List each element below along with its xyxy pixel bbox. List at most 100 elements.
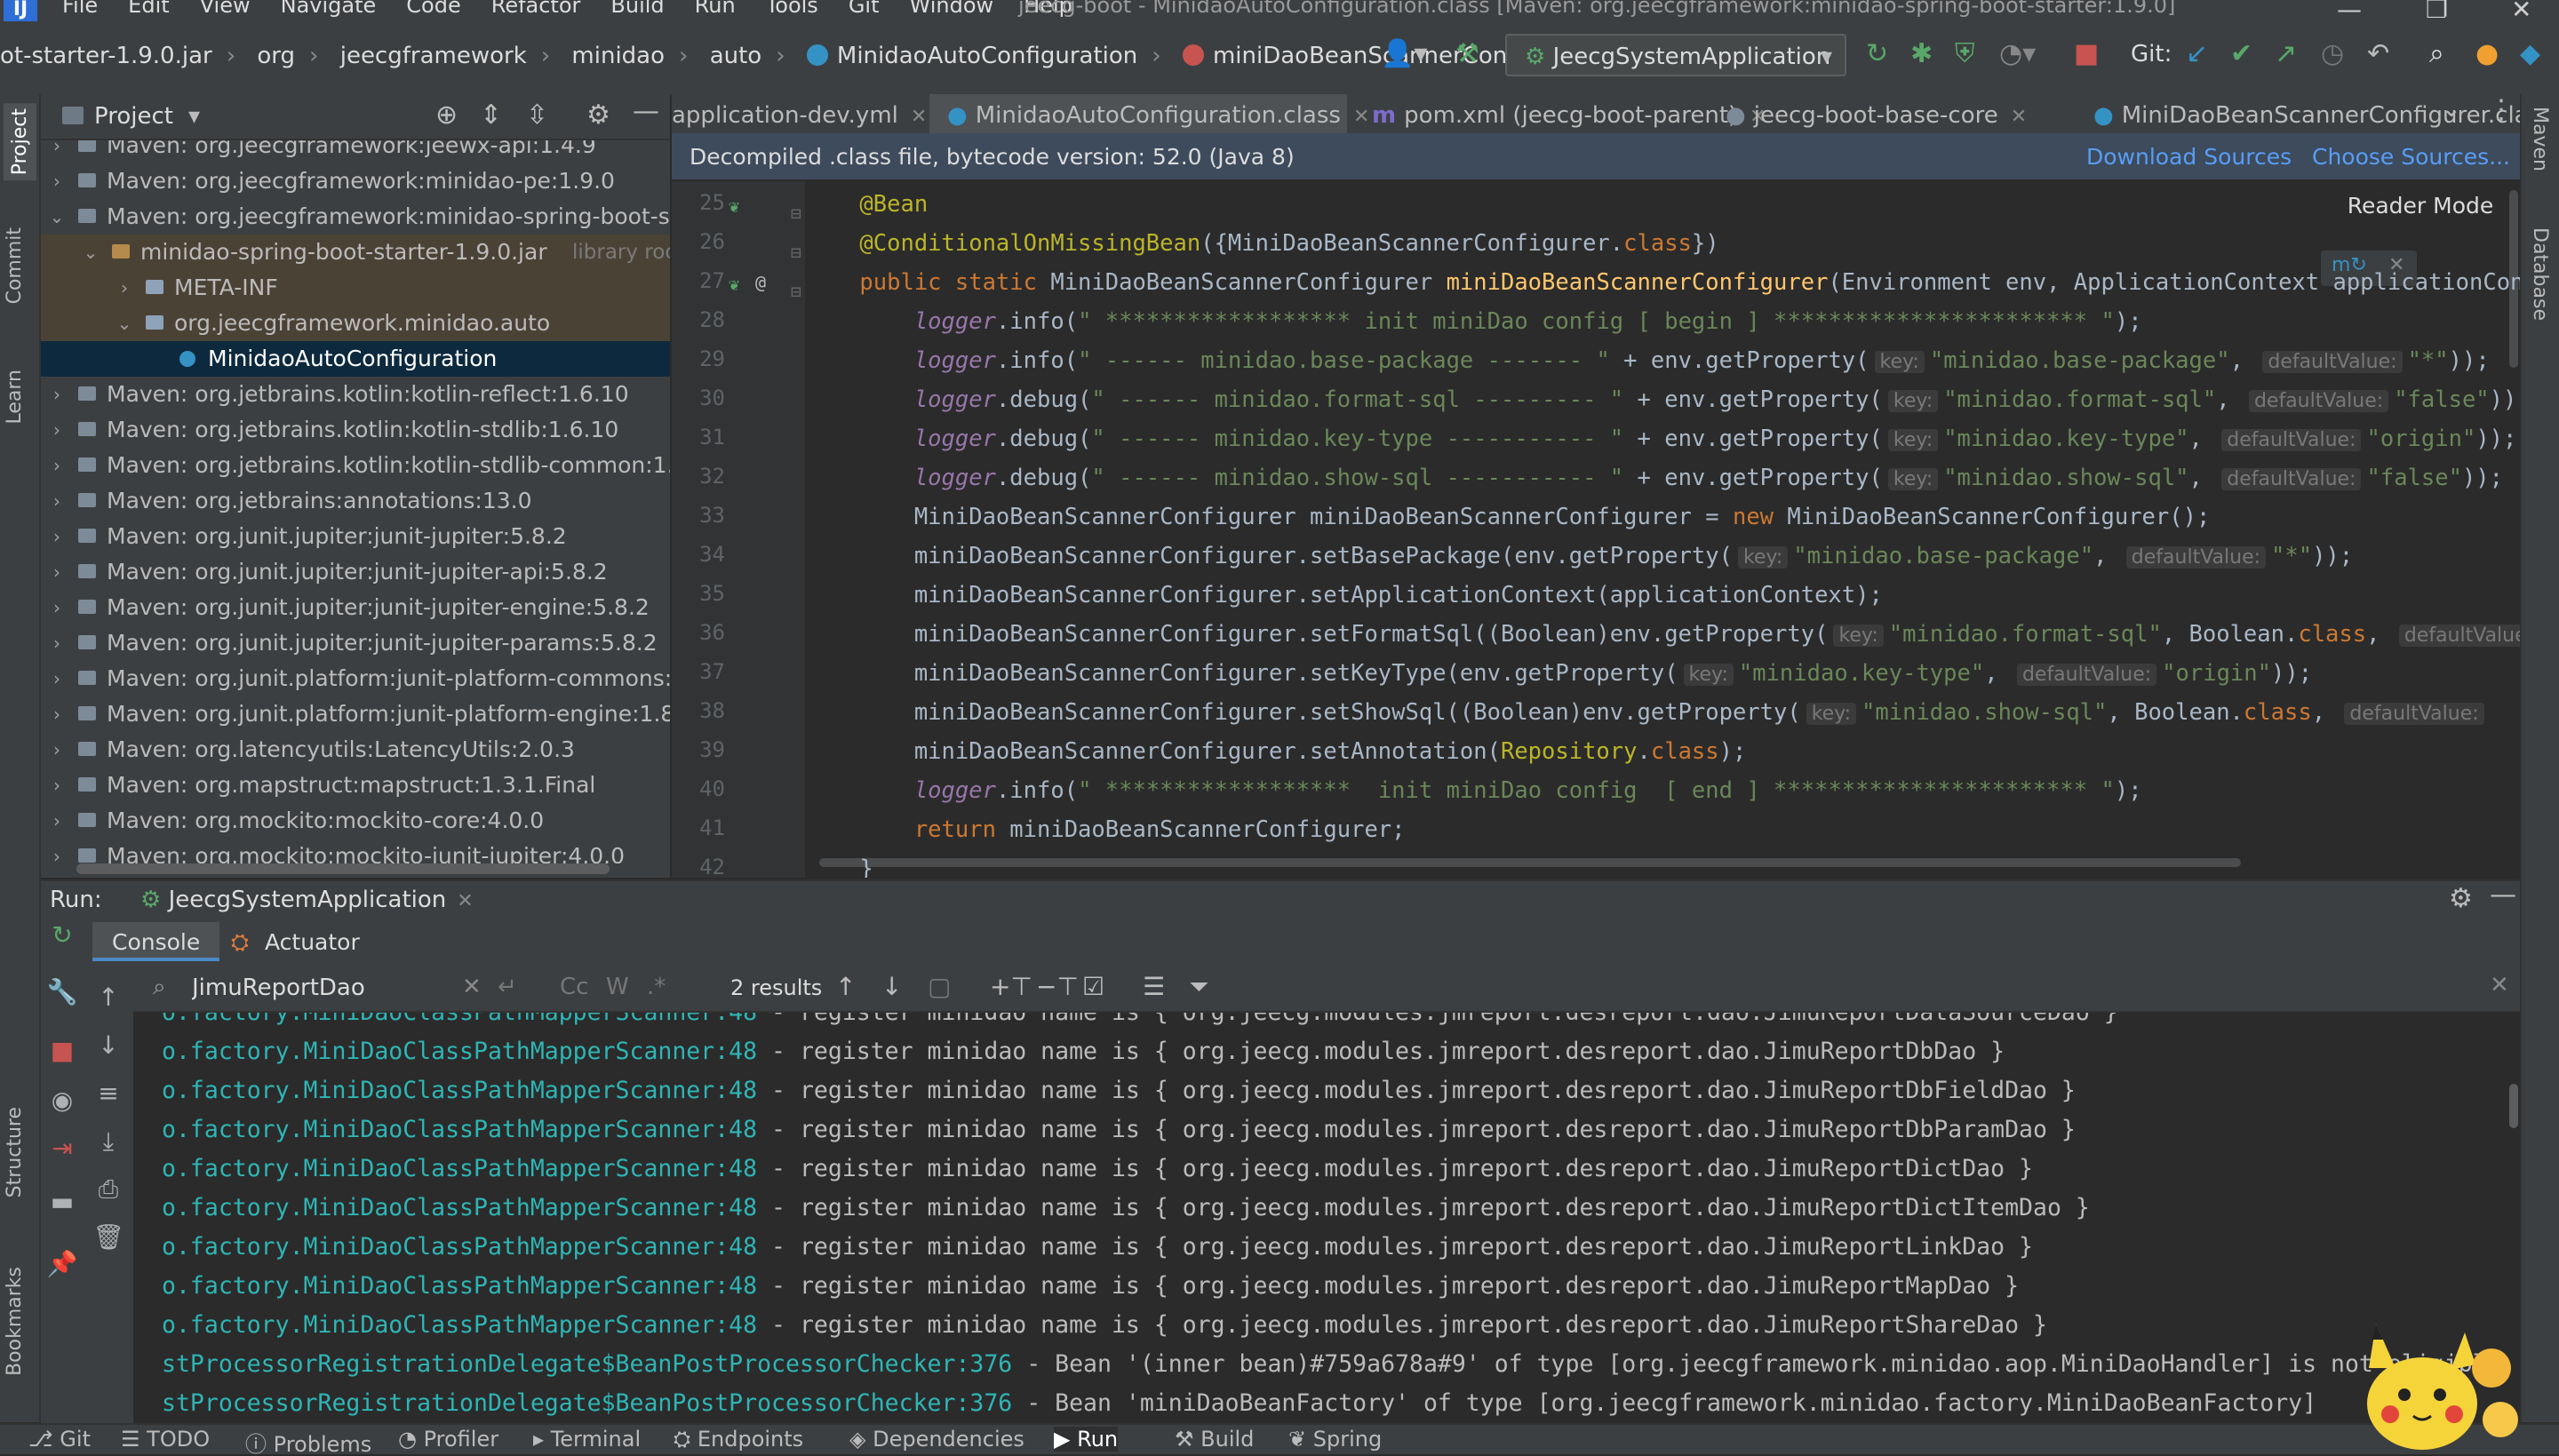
console-scrollbar[interactable] bbox=[2509, 1084, 2518, 1128]
reader-mode-button[interactable]: Reader Mode bbox=[2317, 187, 2520, 226]
logger-class[interactable]: o.factory.MiniDaoClassPathMapperScanner:… bbox=[162, 1233, 757, 1261]
breadcrumb-class[interactable]: MinidaoAutoConfiguration bbox=[837, 43, 1137, 69]
tree-item[interactable]: › Maven: org.latencyutils:LatencyUtils:2.… bbox=[41, 732, 670, 768]
tree-item[interactable]: › Maven: org.jetbrains.kotlin:kotlin-stdl… bbox=[41, 448, 670, 483]
actuator-tab[interactable]: Actuator bbox=[265, 929, 360, 955]
git-commit-icon[interactable]: ✔ bbox=[2230, 41, 2252, 68]
menu-file[interactable]: File bbox=[62, 0, 98, 18]
code-line[interactable]: logger.debug(" ------ minidao.key-type -… bbox=[805, 419, 2517, 458]
logger-class[interactable]: o.factory.MiniDaoClassPathMapperScanner:… bbox=[162, 1194, 757, 1221]
history-icon[interactable]: ◷ bbox=[2321, 41, 2344, 68]
update-icon[interactable]: ● bbox=[2475, 41, 2499, 68]
chevron-right-icon[interactable]: › bbox=[48, 483, 66, 519]
scroll-down-icon[interactable]: ↓ bbox=[91, 1030, 126, 1060]
stop-icon[interactable]: ■ bbox=[2074, 41, 2099, 68]
tree-item[interactable]: ⌄ org.jeecgframework.minidao.auto bbox=[41, 306, 670, 341]
chevron-right-icon[interactable]: › bbox=[48, 140, 66, 163]
expand-all-icon[interactable]: ⇕ bbox=[480, 99, 502, 131]
tree-item[interactable]: › Maven: org.junit.platform:junit-platfor… bbox=[41, 696, 670, 732]
pin-icon[interactable]: 📌 bbox=[44, 1249, 80, 1278]
database-tool-tab[interactable]: Database bbox=[2529, 227, 2551, 321]
mascot-widget[interactable] bbox=[2358, 1315, 2518, 1452]
wrench-icon[interactable]: 🔧 bbox=[44, 977, 80, 1006]
remove-selection-icon[interactable]: −⊤ bbox=[1036, 972, 1079, 1001]
tree-item[interactable]: ⌄ minidao-spring-boot-starter-1.9.0.jar li… bbox=[41, 235, 670, 270]
menu-git[interactable]: Git bbox=[849, 0, 880, 18]
previous-occurrence-icon[interactable]: ↑ bbox=[835, 972, 856, 1001]
menu-refactor[interactable]: Refactor bbox=[491, 0, 581, 18]
gear-icon[interactable]: ⚙ bbox=[2449, 883, 2473, 914]
camera-icon[interactable]: ◉ bbox=[44, 1086, 80, 1115]
layout-icon[interactable]: ▬ bbox=[44, 1187, 80, 1216]
jetbrains-icon[interactable]: ◆ bbox=[2520, 41, 2540, 68]
chevron-right-icon[interactable]: › bbox=[48, 412, 66, 448]
locate-icon[interactable]: ⊕ bbox=[435, 99, 458, 131]
logger-class[interactable]: o.factory.MiniDaoClassPathMapperScanner:… bbox=[162, 1116, 757, 1143]
learn-tool-tab[interactable]: Learn bbox=[4, 370, 26, 425]
add-selection-icon[interactable]: +⊤ bbox=[990, 972, 1032, 1001]
maven-tool-tab[interactable]: Maven bbox=[2529, 107, 2551, 171]
editor-tab[interactable]: application-dev.yml ✕ bbox=[672, 94, 929, 137]
tool-window-profiler[interactable]: ◔ Profiler bbox=[398, 1427, 498, 1452]
logger-class[interactable]: o.factory.MiniDaoClassPathMapperScanner:… bbox=[162, 1013, 757, 1026]
close-window-icon[interactable]: ✕ bbox=[2511, 0, 2531, 21]
tool-window-git[interactable]: ⎇ Git bbox=[28, 1427, 91, 1452]
project-title[interactable]: Project bbox=[94, 103, 173, 130]
chevron-right-icon[interactable]: › bbox=[116, 270, 133, 306]
rerun-icon[interactable]: ↻ bbox=[1866, 41, 1888, 68]
match-case-toggle[interactable]: Cc bbox=[560, 974, 588, 1000]
menu-build[interactable]: Build bbox=[610, 0, 664, 18]
choose-sources-link[interactable]: Choose Sources... bbox=[2312, 144, 2510, 170]
tool-window-endpoints[interactable]: ⛭ Endpoints bbox=[674, 1427, 803, 1452]
debug-icon[interactable]: ✱ bbox=[1910, 41, 1933, 68]
filter-lines-icon[interactable]: ☰ bbox=[1143, 972, 1165, 1001]
download-sources-link[interactable]: Download Sources bbox=[2086, 144, 2292, 170]
logger-class[interactable]: o.factory.MiniDaoClassPathMapperScanner:… bbox=[162, 1155, 757, 1182]
code-line[interactable]: logger.info(" ****************** init mi… bbox=[805, 302, 2142, 341]
tree-item[interactable]: › Maven: org.mockito:mockito-core:4.0.0 bbox=[41, 803, 670, 839]
fold-icon[interactable]: ⊟ bbox=[791, 242, 801, 263]
maximize-icon[interactable]: ❐ bbox=[2426, 0, 2448, 21]
tool-window-run[interactable]: ▶ Run bbox=[1054, 1427, 1119, 1452]
code-line[interactable]: miniDaoBeanScannerConfigurer.setBasePack… bbox=[805, 537, 2353, 576]
breadcrumb-jeecgframework[interactable]: jeecgframework bbox=[340, 43, 527, 69]
code-line[interactable]: logger.info(" ------ minidao.base-packag… bbox=[805, 341, 2490, 380]
tree-item[interactable]: › Maven: org.junit.jupiter:junit-jupiter-… bbox=[41, 625, 670, 661]
build-hammer-icon[interactable]: ⚒ bbox=[1455, 41, 1479, 68]
breadcrumb-minidao[interactable]: minidao bbox=[571, 43, 665, 69]
close-icon[interactable]: ✕ bbox=[911, 106, 927, 128]
stop-icon[interactable]: ■ bbox=[44, 1036, 80, 1065]
breadcrumb-org[interactable]: org bbox=[257, 43, 295, 69]
code-line[interactable]: logger.info(" ****************** init mi… bbox=[805, 771, 2142, 810]
soft-wrap-icon[interactable]: ≡ bbox=[91, 1078, 126, 1108]
minimize-icon[interactable]: — bbox=[2337, 0, 2362, 21]
whole-words-toggle[interactable]: W bbox=[606, 974, 629, 1000]
structure-tool-tab[interactable]: Structure bbox=[4, 1107, 26, 1197]
chevron-right-icon[interactable]: › bbox=[48, 803, 66, 839]
logger-class[interactable]: o.factory.MiniDaoClassPathMapperScanner:… bbox=[162, 1038, 757, 1065]
chevron-right-icon[interactable]: › bbox=[48, 448, 66, 483]
regex-toggle[interactable]: .* bbox=[647, 974, 666, 1000]
tree-item[interactable]: › Maven: org.junit.jupiter:junit-jupiter:… bbox=[41, 519, 670, 554]
filter-icon[interactable]: ⏷ bbox=[1189, 972, 1208, 1002]
code-line[interactable]: miniDaoBeanScannerConfigurer.setAnnotati… bbox=[805, 732, 1747, 771]
code-line[interactable]: return miniDaoBeanScannerConfigurer; bbox=[805, 810, 1406, 849]
tree-item[interactable]: › Maven: org.jeecgframework:jeewx-api:1.4… bbox=[41, 140, 670, 163]
menu-tools[interactable]: Tools bbox=[766, 0, 818, 18]
code-line[interactable]: MiniDaoBeanScannerConfigurer miniDaoBean… bbox=[805, 497, 2211, 537]
bookmarks-tool-tab[interactable]: Bookmarks bbox=[4, 1267, 26, 1376]
editor-tab[interactable]: ● jeecg-boot-base-core ✕ bbox=[1708, 94, 2063, 137]
tool-window-build[interactable]: ⚒ Build bbox=[1175, 1427, 1254, 1452]
chevron-right-icon[interactable]: › bbox=[48, 377, 66, 412]
rerun-icon[interactable]: ↻ bbox=[44, 920, 80, 950]
print-icon[interactable]: ⎙ bbox=[91, 1174, 126, 1205]
tool-window-terminal[interactable]: ▸ Terminal bbox=[533, 1427, 641, 1452]
user-icon[interactable]: 👤▾ bbox=[1381, 41, 1427, 68]
console-output[interactable]: o.factory.MiniDaoClassPathMapperScanner:… bbox=[133, 1013, 2520, 1423]
tree-item[interactable]: › Maven: org.junit.jupiter:junit-jupiter-… bbox=[41, 590, 670, 625]
code-line[interactable]: miniDaoBeanScannerConfigurer.setFormatSq… bbox=[805, 615, 2520, 654]
rollback-icon[interactable]: ↶ bbox=[2367, 41, 2389, 68]
tree-item[interactable]: › Maven: org.junit.platform:junit-platfor… bbox=[41, 661, 670, 696]
gear-icon[interactable]: ⚙ bbox=[586, 99, 610, 131]
chevron-right-icon[interactable]: › bbox=[48, 163, 66, 199]
